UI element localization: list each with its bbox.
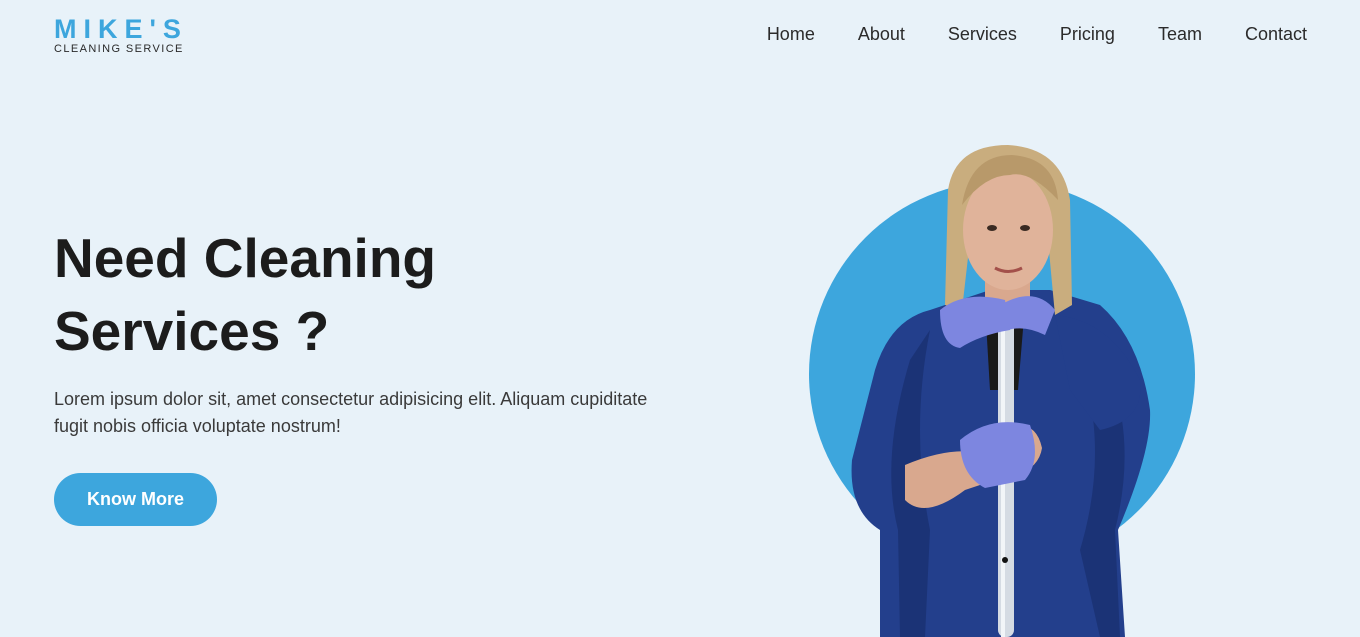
cleaner-illustration — [851, 145, 1151, 637]
landing-page: MIKE'S CLEANING SERVICE Home About Servi… — [0, 0, 1360, 637]
nav-link-services[interactable]: Services — [948, 22, 1017, 46]
hero-title-line-2: Services ? — [54, 300, 330, 362]
nav-link-pricing[interactable]: Pricing — [1060, 22, 1115, 46]
hero-title-line-1: Need Cleaning — [54, 227, 437, 289]
nav-link-home[interactable]: Home — [767, 22, 815, 46]
brand-logo[interactable]: MIKE'S CLEANING SERVICE — [54, 14, 188, 55]
right-eye — [1020, 225, 1030, 231]
hero-title: Need Cleaning Services ? — [54, 222, 614, 368]
main-nav: Home About Services Pricing Team Contact — [767, 22, 1307, 46]
left-eye — [987, 225, 997, 231]
nav-link-team[interactable]: Team — [1158, 22, 1202, 46]
brand-tagline: CLEANING SERVICE — [54, 43, 184, 55]
jacket-button-1 — [1002, 557, 1008, 563]
hero-description: Lorem ipsum dolor sit, amet consectetur … — [54, 389, 648, 436]
brand-name: MIKE'S — [54, 14, 188, 44]
know-more-button[interactable]: Know More — [54, 473, 217, 526]
nav-link-contact[interactable]: Contact — [1245, 22, 1307, 46]
nav-link-about[interactable]: About — [858, 22, 905, 46]
